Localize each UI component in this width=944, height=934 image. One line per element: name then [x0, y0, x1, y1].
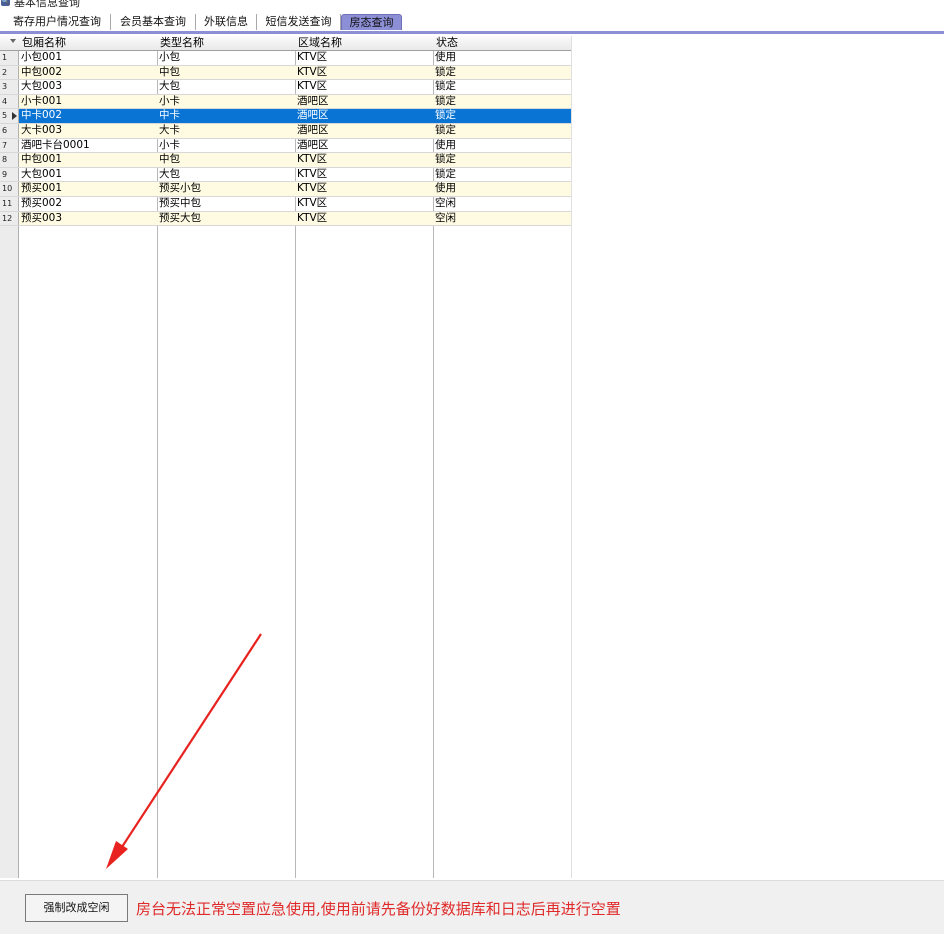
cell-type-name[interactable]: 中包 — [157, 65, 295, 80]
cell-status[interactable]: 使用 — [433, 182, 571, 196]
cell-area-name[interactable]: KTV区 — [295, 211, 433, 226]
cell-room-name[interactable]: 小包001 — [19, 51, 157, 65]
table-row[interactable]: 8 中包001 中包 KTV区 锁定 — [0, 153, 571, 168]
cell-area-name[interactable]: KTV区 — [295, 197, 433, 211]
cell-type-name[interactable]: 小包 — [157, 51, 295, 65]
table-row[interactable]: 7 酒吧卡台0001 小卡 酒吧区 使用 — [0, 138, 571, 154]
column-header-room-name[interactable]: 包厢名称 — [19, 36, 157, 50]
cell-status[interactable]: 锁定 — [433, 94, 571, 109]
cell-area-name[interactable]: KTV区 — [295, 80, 433, 94]
row-number: 7 — [0, 138, 19, 153]
room-status-grid[interactable]: 包厢名称 类型名称 区域名称 状态 1 小包001 小包 KTV区 使用 2 中包002 中包… — [0, 36, 572, 878]
table-row[interactable]: 6 大卡003 大卡 酒吧区 锁定 — [0, 124, 571, 139]
current-row-pointer-icon — [12, 112, 17, 121]
row-number: 3 — [0, 80, 19, 94]
cell-type-name[interactable]: 大包 — [157, 80, 295, 94]
tab-storage-users[interactable]: 寄存用户情况查询 — [4, 14, 111, 30]
column-header-area-name[interactable]: 区域名称 — [295, 36, 433, 50]
search-icon: 🔍 — [1, 0, 10, 6]
cell-type-name[interactable]: 预买小包 — [157, 182, 295, 196]
tab-member-basic[interactable]: 会员基本查询 — [111, 14, 196, 30]
table-row[interactable]: 9 大包001 大包 KTV区 锁定 — [0, 167, 571, 183]
cell-status[interactable]: 锁定 — [433, 109, 571, 123]
row-number: 4 — [0, 94, 19, 109]
cell-room-name[interactable]: 预买001 — [19, 182, 157, 196]
cell-room-name[interactable]: 酒吧卡台0001 — [19, 139, 157, 153]
cell-status[interactable]: 锁定 — [433, 124, 571, 138]
cell-status[interactable]: 空闲 — [433, 211, 571, 226]
row-number: 9 — [0, 167, 19, 182]
cell-room-name[interactable]: 中卡002 — [19, 109, 157, 123]
cell-type-name[interactable]: 预买大包 — [157, 211, 295, 226]
table-row[interactable]: 1 小包001 小包 KTV区 使用 — [0, 51, 571, 66]
tab-underline — [0, 31, 944, 34]
cell-status[interactable]: 锁定 — [433, 80, 571, 94]
cell-area-name[interactable]: 酒吧区 — [295, 124, 433, 138]
cell-room-name[interactable]: 大包001 — [19, 168, 157, 182]
cell-room-name[interactable]: 中包001 — [19, 153, 157, 167]
cell-type-name[interactable]: 中卡 — [157, 109, 295, 123]
cell-status[interactable]: 锁定 — [433, 153, 571, 167]
tab-sms-query[interactable]: 短信发送查询 — [257, 14, 341, 30]
cell-area-name[interactable]: KTV区 — [295, 168, 433, 182]
cell-area-name[interactable]: KTV区 — [295, 182, 433, 196]
row-number: 12 — [0, 211, 19, 226]
sort-indicator-icon[interactable] — [10, 39, 16, 43]
cell-area-name[interactable]: 酒吧区 — [295, 109, 433, 123]
cell-status[interactable]: 空闲 — [433, 197, 571, 211]
column-header-type-name[interactable]: 类型名称 — [157, 36, 295, 50]
warning-text: 房台无法正常空置应急使用,使用前请先备份好数据库和日志后再进行空置 — [136, 900, 621, 918]
cell-status[interactable]: 锁定 — [433, 168, 571, 182]
column-header-status[interactable]: 状态 — [433, 36, 571, 50]
footer-panel: 强制改成空闲 房台无法正常空置应急使用,使用前请先备份好数据库和日志后再进行空置 — [0, 880, 944, 934]
force-idle-button[interactable]: 强制改成空闲 — [25, 894, 128, 922]
row-number: 10 — [0, 182, 19, 196]
row-number: 6 — [0, 124, 19, 138]
cell-type-name[interactable]: 大包 — [157, 168, 295, 182]
cell-room-name[interactable]: 小卡001 — [19, 94, 157, 109]
row-number: 8 — [0, 153, 19, 167]
cell-type-name[interactable]: 小卡 — [157, 94, 295, 109]
table-row[interactable]: 4 小卡001 小卡 酒吧区 锁定 — [0, 94, 571, 110]
cell-area-name[interactable]: KTV区 — [295, 51, 433, 65]
table-row[interactable]: 11 预买002 预买中包 KTV区 空闲 — [0, 197, 571, 212]
row-number: 2 — [0, 65, 19, 80]
row-number: 11 — [0, 197, 19, 211]
cell-area-name[interactable]: 酒吧区 — [295, 139, 433, 153]
cell-type-name[interactable]: 小卡 — [157, 139, 295, 153]
tab-room-status[interactable]: 房态查询 — [341, 14, 402, 30]
table-row[interactable]: 2 中包002 中包 KTV区 锁定 — [0, 65, 571, 81]
cell-area-name[interactable]: KTV区 — [295, 153, 433, 167]
table-row[interactable]: 10 预买001 预买小包 KTV区 使用 — [0, 182, 571, 197]
column-divider — [571, 36, 572, 878]
grid-header: 包厢名称 类型名称 区域名称 状态 — [0, 36, 571, 51]
cell-status[interactable]: 使用 — [433, 51, 571, 65]
table-row[interactable]: 12 预买003 预买大包 KTV区 空闲 — [0, 211, 571, 227]
cell-status[interactable]: 使用 — [433, 139, 571, 153]
cell-type-name[interactable]: 预买中包 — [157, 197, 295, 211]
cell-type-name[interactable]: 大卡 — [157, 124, 295, 138]
tab-bar: 寄存用户情况查询 会员基本查询 外联信息 短信发送查询 房态查询 — [0, 14, 944, 32]
table-row[interactable]: 3 大包003 大包 KTV区 锁定 — [0, 80, 571, 95]
cell-room-name[interactable]: 大卡003 — [19, 124, 157, 138]
tab-external-info[interactable]: 外联信息 — [196, 14, 257, 30]
cell-area-name[interactable]: KTV区 — [295, 65, 433, 80]
row-number: 1 — [0, 51, 19, 65]
cell-room-name[interactable]: 中包002 — [19, 65, 157, 80]
cell-type-name[interactable]: 中包 — [157, 153, 295, 167]
cell-room-name[interactable]: 预买002 — [19, 197, 157, 211]
cell-area-name[interactable]: 酒吧区 — [295, 94, 433, 109]
cell-status[interactable]: 锁定 — [433, 65, 571, 80]
window-title: 基本信息查询 — [14, 0, 80, 9]
cell-room-name[interactable]: 大包003 — [19, 80, 157, 94]
cell-room-name[interactable]: 预买003 — [19, 211, 157, 226]
window-titlebar: 🔍 基本信息查询 — [0, 0, 944, 12]
table-row[interactable]: 5 中卡002 中卡 酒吧区 锁定 — [0, 109, 571, 124]
